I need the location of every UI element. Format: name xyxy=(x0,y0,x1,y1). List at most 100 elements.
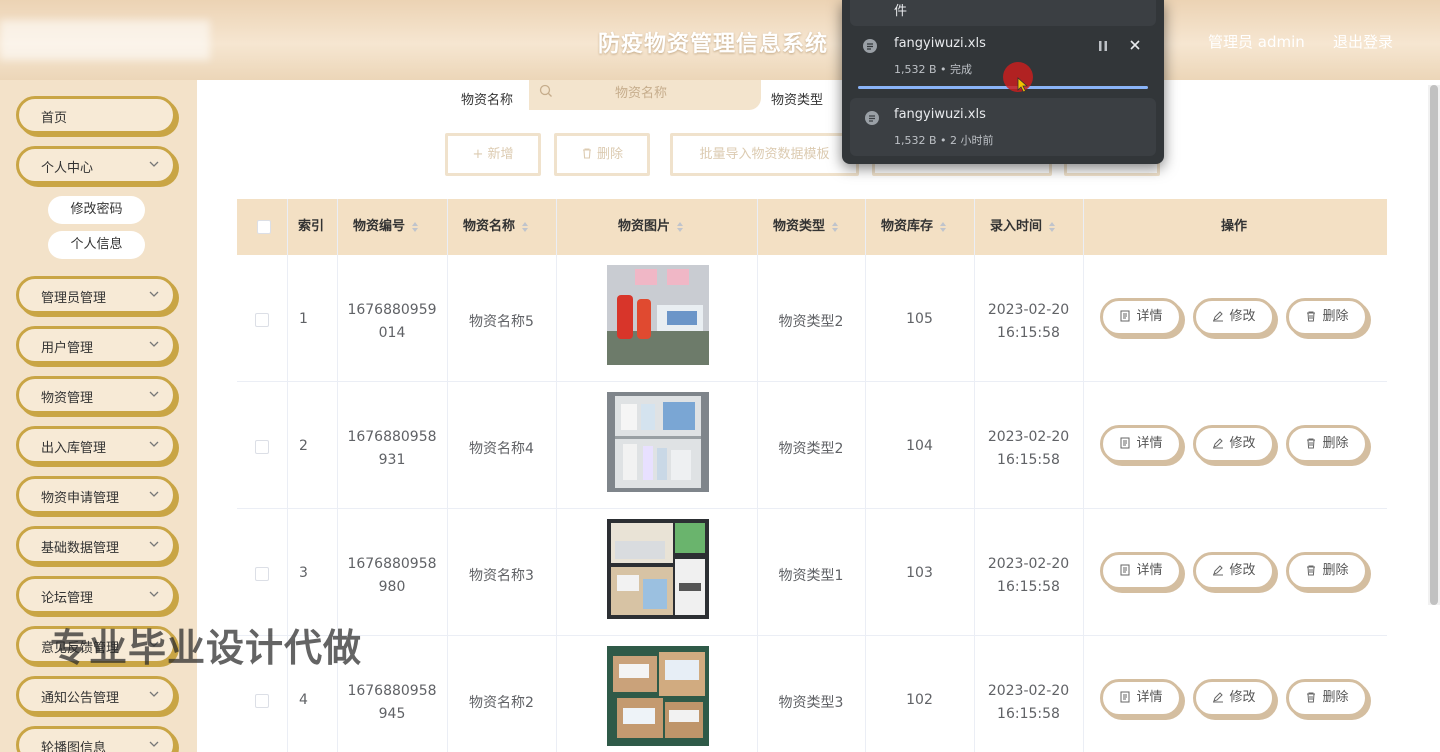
supply-image[interactable] xyxy=(607,392,709,492)
delete-button[interactable]: 删除 xyxy=(1286,552,1368,590)
row-stock: 104 xyxy=(906,438,933,454)
edit-icon xyxy=(1213,438,1224,449)
sidebar-item-forum-mgmt[interactable]: 论坛管理 xyxy=(16,576,176,614)
header-stock-label: 物资库存 xyxy=(881,219,934,234)
sidebar-item-label: 物资申请管理 xyxy=(41,491,120,506)
supply-image[interactable] xyxy=(607,265,709,365)
sidebar-item-label: 用户管理 xyxy=(41,341,94,356)
file-icon xyxy=(863,39,877,53)
download-status: 1,532 B • 完成 xyxy=(894,63,973,76)
download-status: 1,532 B • 2 小时前 xyxy=(894,134,994,147)
row-code: 1676880958 945 xyxy=(345,680,439,726)
sidebar-subitem-personal-info[interactable]: 个人信息 xyxy=(48,231,145,259)
row-code-part: 931 xyxy=(378,452,406,468)
row-code-part: 014 xyxy=(378,325,406,341)
header-type[interactable]: 物资类型 xyxy=(773,199,839,255)
edit-button[interactable]: 修改 xyxy=(1193,552,1275,590)
select-all-checkbox[interactable] xyxy=(257,220,271,234)
logout-link[interactable]: 退出登录 xyxy=(1333,31,1393,52)
sidebar-item-home[interactable]: 首页 xyxy=(16,96,176,134)
row-type: 物资类型2 xyxy=(778,441,844,457)
header-name[interactable]: 物资名称 xyxy=(463,199,529,255)
row-time: 2023-02-20 16:15:58 xyxy=(974,553,1083,599)
header-stock[interactable]: 物资库存 xyxy=(881,199,947,255)
header-code[interactable]: 物资编号 xyxy=(353,199,419,255)
sidebar-item-admin-mgmt[interactable]: 管理员管理 xyxy=(16,276,176,314)
edit-button[interactable]: 修改 xyxy=(1193,679,1275,717)
chevron-down-icon xyxy=(149,441,159,447)
add-button[interactable]: + 新增 xyxy=(445,133,541,176)
download-progress-bar xyxy=(858,86,1148,89)
delete-button[interactable]: 删除 xyxy=(1286,298,1368,336)
detail-button[interactable]: 详情 xyxy=(1100,425,1182,463)
search-name-input[interactable]: 物资名称 xyxy=(529,80,761,110)
download-item-partial[interactable]: 件 xyxy=(850,0,1156,26)
supply-image[interactable] xyxy=(607,646,709,746)
search-name-placeholder: 物资名称 xyxy=(615,86,668,101)
trash-icon xyxy=(582,148,591,159)
detail-label: 详情 xyxy=(1136,690,1163,705)
row-type: 物资类型3 xyxy=(778,695,844,711)
delete-button[interactable]: 删除 xyxy=(1286,425,1368,463)
sidebar-item-supplies-mgmt[interactable]: 物资管理 xyxy=(16,376,176,414)
sidebar-subitem-change-password[interactable]: 修改密码 xyxy=(48,196,145,224)
sidebar-item-personal[interactable]: 个人中心 xyxy=(16,146,176,184)
table-row: 4 1676880958 945 物资名称2 物资类型3 102 2023-02-… xyxy=(237,636,1387,752)
download-item-previous[interactable]: fangyiwuzi.xls 1,532 B • 2 小时前 xyxy=(850,98,1156,156)
row-index: 1 xyxy=(299,311,308,327)
search-type-label: 物资类型 xyxy=(771,93,824,108)
row-code: 1676880959 014 xyxy=(345,299,439,345)
row-index: 4 xyxy=(299,692,308,708)
row-code-part: 1676880959 xyxy=(347,302,437,318)
row-name: 物资名称3 xyxy=(469,568,534,584)
pause-icon[interactable] xyxy=(1098,40,1108,52)
sidebar-item-label: 首页 xyxy=(41,111,68,126)
sidebar-item-request-mgmt[interactable]: 物资申请管理 xyxy=(16,476,176,514)
row-checkbox[interactable] xyxy=(255,440,269,454)
row-stock: 102 xyxy=(906,692,933,708)
sidebar-item-user-mgmt[interactable]: 用户管理 xyxy=(16,326,176,364)
edit-button[interactable]: 修改 xyxy=(1193,425,1275,463)
row-checkbox[interactable] xyxy=(255,567,269,581)
delete-label: 删除 xyxy=(1322,309,1349,324)
sort-icon xyxy=(522,221,529,232)
supply-image[interactable] xyxy=(607,519,709,619)
row-date: 2023-02-20 xyxy=(987,683,1070,699)
row-checkbox[interactable] xyxy=(255,313,269,327)
sidebar-item-inout-mgmt[interactable]: 出入库管理 xyxy=(16,426,176,464)
document-icon xyxy=(1120,310,1130,322)
document-icon xyxy=(1120,564,1130,576)
header-time[interactable]: 录入时间 xyxy=(990,199,1056,255)
detail-label: 详情 xyxy=(1136,436,1163,451)
row-type: 物资类型2 xyxy=(778,314,844,330)
row-clock: 16:15:58 xyxy=(997,452,1060,468)
row-clock: 16:15:58 xyxy=(997,579,1060,595)
download-filename: fangyiwuzi.xls xyxy=(894,36,986,51)
edit-label: 修改 xyxy=(1229,309,1256,324)
edit-button[interactable]: 修改 xyxy=(1193,298,1275,336)
document-icon xyxy=(1120,691,1130,703)
header-glow xyxy=(0,20,210,60)
detail-button[interactable]: 详情 xyxy=(1100,552,1182,590)
import-template-button[interactable]: 批量导入物资数据模板 xyxy=(670,133,859,176)
close-icon[interactable] xyxy=(1129,39,1141,51)
delete-selected-button[interactable]: 删除 xyxy=(554,133,650,176)
row-clock: 16:15:58 xyxy=(997,706,1060,722)
sidebar-item-carousel[interactable]: 轮播图信息 xyxy=(16,726,176,752)
row-checkbox[interactable] xyxy=(255,694,269,708)
scrollbar-thumb[interactable] xyxy=(1430,85,1438,605)
sidebar-item-notice-mgmt[interactable]: 通知公告管理 xyxy=(16,676,176,714)
sidebar-item-basic-data-mgmt[interactable]: 基础数据管理 xyxy=(16,526,176,564)
detail-button[interactable]: 详情 xyxy=(1100,679,1182,717)
page-scrollbar[interactable] xyxy=(1428,85,1440,605)
trash-icon xyxy=(1307,311,1316,322)
delete-label: 删除 xyxy=(1322,690,1349,705)
detail-button[interactable]: 详情 xyxy=(1100,298,1182,336)
search-icon xyxy=(539,84,552,97)
delete-button[interactable]: 删除 xyxy=(1286,679,1368,717)
edit-label: 修改 xyxy=(1229,436,1256,451)
trash-icon xyxy=(1307,692,1316,703)
watermark-text: 专业毕业设计代做 xyxy=(50,626,363,670)
sidebar-item-label: 物资管理 xyxy=(41,391,94,406)
header-image[interactable]: 物资图片 xyxy=(618,199,684,255)
